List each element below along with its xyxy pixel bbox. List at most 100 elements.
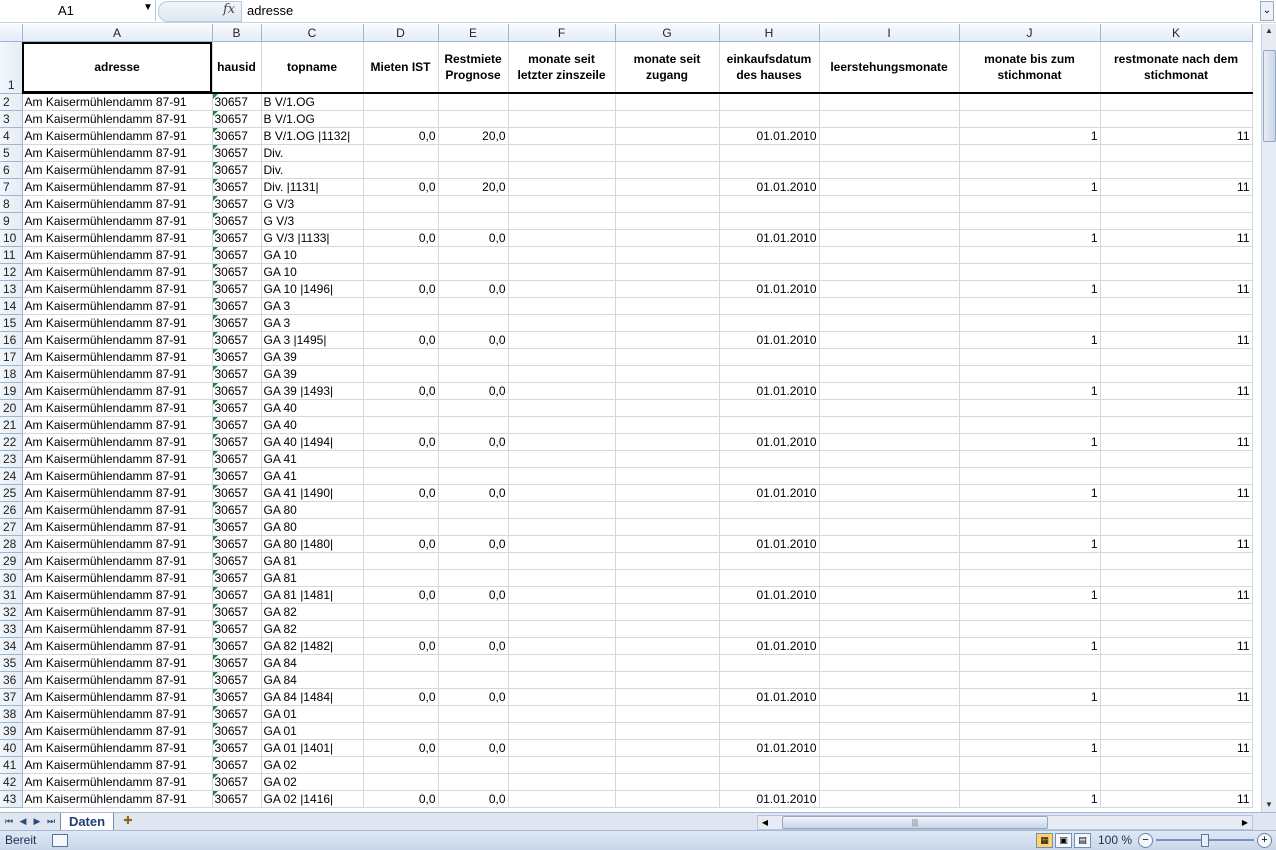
cell[interactable]: 0,0 bbox=[438, 535, 509, 553]
cell[interactable]: Am Kaisermühlendamm 87-91 bbox=[22, 484, 213, 502]
cell[interactable] bbox=[959, 518, 1101, 536]
row-header[interactable]: 12 bbox=[0, 263, 23, 281]
row-header[interactable]: 25 bbox=[0, 484, 23, 502]
cell[interactable]: Div. bbox=[261, 161, 364, 179]
cell[interactable] bbox=[959, 569, 1101, 587]
cell[interactable] bbox=[819, 450, 960, 468]
scroll-right-icon[interactable]: ▶ bbox=[1238, 816, 1252, 829]
cell[interactable]: Am Kaisermühlendamm 87-91 bbox=[22, 433, 213, 451]
row-header[interactable]: 35 bbox=[0, 654, 23, 672]
cell[interactable] bbox=[615, 195, 720, 213]
cell[interactable] bbox=[438, 620, 509, 638]
cell[interactable] bbox=[438, 654, 509, 672]
cell[interactable] bbox=[959, 212, 1101, 230]
cell[interactable] bbox=[959, 552, 1101, 570]
cell[interactable]: 11 bbox=[1100, 280, 1253, 298]
cell[interactable]: Am Kaisermühlendamm 87-91 bbox=[22, 586, 213, 604]
cell[interactable]: GA 01 |1401| bbox=[261, 739, 364, 757]
cell[interactable] bbox=[615, 212, 720, 230]
cell[interactable] bbox=[719, 110, 820, 128]
cell[interactable] bbox=[959, 671, 1101, 689]
cell[interactable]: 30657 bbox=[212, 382, 262, 400]
cell[interactable]: 30657 bbox=[212, 229, 262, 247]
cell[interactable] bbox=[363, 263, 439, 281]
cell[interactable]: 30657 bbox=[212, 416, 262, 434]
cell[interactable]: 30657 bbox=[212, 756, 262, 774]
cell[interactable]: G V/3 bbox=[261, 195, 364, 213]
cell[interactable] bbox=[615, 144, 720, 162]
cell[interactable]: 1 bbox=[959, 484, 1101, 502]
cell[interactable]: 1 bbox=[959, 127, 1101, 145]
cell[interactable]: GA 82 bbox=[261, 620, 364, 638]
cell[interactable] bbox=[438, 297, 509, 315]
cell[interactable]: 30657 bbox=[212, 246, 262, 264]
cell[interactable]: GA 82 bbox=[261, 603, 364, 621]
cell[interactable] bbox=[508, 620, 616, 638]
cell[interactable]: 1 bbox=[959, 280, 1101, 298]
cell[interactable] bbox=[615, 229, 720, 247]
cell[interactable] bbox=[959, 467, 1101, 485]
cell[interactable] bbox=[719, 620, 820, 638]
cell[interactable]: 30657 bbox=[212, 501, 262, 519]
cell[interactable] bbox=[363, 501, 439, 519]
cell[interactable]: 30657 bbox=[212, 93, 262, 111]
cell[interactable] bbox=[615, 399, 720, 417]
cell[interactable]: GA 41 bbox=[261, 467, 364, 485]
row-header[interactable]: 19 bbox=[0, 382, 23, 400]
cell[interactable] bbox=[615, 178, 720, 196]
cell[interactable] bbox=[615, 246, 720, 264]
column-header[interactable]: H bbox=[719, 24, 820, 42]
cell[interactable] bbox=[508, 569, 616, 587]
cell[interactable]: 30657 bbox=[212, 127, 262, 145]
cell[interactable] bbox=[508, 773, 616, 791]
header-cell[interactable]: monate bis zum stichmonat bbox=[959, 41, 1101, 94]
cell[interactable]: 0,0 bbox=[438, 484, 509, 502]
zoom-level[interactable]: 100 % bbox=[1098, 833, 1132, 847]
cell[interactable]: GA 01 bbox=[261, 705, 364, 723]
cell[interactable]: 11 bbox=[1100, 331, 1253, 349]
cell[interactable] bbox=[438, 416, 509, 434]
cell[interactable]: G V/3 |1133| bbox=[261, 229, 364, 247]
cell[interactable] bbox=[719, 144, 820, 162]
cell[interactable] bbox=[615, 484, 720, 502]
cell[interactable]: 30657 bbox=[212, 705, 262, 723]
cell[interactable] bbox=[438, 552, 509, 570]
cell[interactable] bbox=[1100, 518, 1253, 536]
cell[interactable]: Am Kaisermühlendamm 87-91 bbox=[22, 620, 213, 638]
row-header[interactable]: 29 bbox=[0, 552, 23, 570]
cell[interactable]: Am Kaisermühlendamm 87-91 bbox=[22, 552, 213, 570]
cell[interactable] bbox=[363, 144, 439, 162]
cell[interactable] bbox=[959, 603, 1101, 621]
cell[interactable] bbox=[819, 603, 960, 621]
cell[interactable] bbox=[615, 93, 720, 111]
cell[interactable] bbox=[959, 722, 1101, 740]
cell[interactable] bbox=[719, 348, 820, 366]
cell[interactable]: Am Kaisermühlendamm 87-91 bbox=[22, 93, 213, 111]
cell[interactable]: 1 bbox=[959, 790, 1101, 808]
cell[interactable] bbox=[438, 671, 509, 689]
cell[interactable]: 0,0 bbox=[363, 688, 439, 706]
cell[interactable]: GA 10 bbox=[261, 246, 364, 264]
cell[interactable] bbox=[363, 773, 439, 791]
cell[interactable]: 30657 bbox=[212, 671, 262, 689]
cell[interactable] bbox=[615, 569, 720, 587]
cell[interactable] bbox=[819, 637, 960, 655]
header-cell[interactable]: adresse bbox=[22, 41, 213, 94]
cell[interactable] bbox=[959, 450, 1101, 468]
cell[interactable] bbox=[508, 399, 616, 417]
cell[interactable]: 01.01.2010 bbox=[719, 382, 820, 400]
cell[interactable]: 11 bbox=[1100, 178, 1253, 196]
cell[interactable] bbox=[615, 416, 720, 434]
cell[interactable] bbox=[1100, 246, 1253, 264]
cell[interactable]: 01.01.2010 bbox=[719, 637, 820, 655]
cell[interactable] bbox=[363, 705, 439, 723]
cell[interactable] bbox=[819, 161, 960, 179]
cell[interactable]: GA 02 bbox=[261, 773, 364, 791]
cell[interactable]: 30657 bbox=[212, 722, 262, 740]
cell[interactable]: GA 40 |1494| bbox=[261, 433, 364, 451]
cell[interactable] bbox=[615, 790, 720, 808]
cell[interactable] bbox=[719, 773, 820, 791]
cell[interactable]: 30657 bbox=[212, 773, 262, 791]
cell[interactable]: 30657 bbox=[212, 433, 262, 451]
cell[interactable]: GA 39 bbox=[261, 348, 364, 366]
